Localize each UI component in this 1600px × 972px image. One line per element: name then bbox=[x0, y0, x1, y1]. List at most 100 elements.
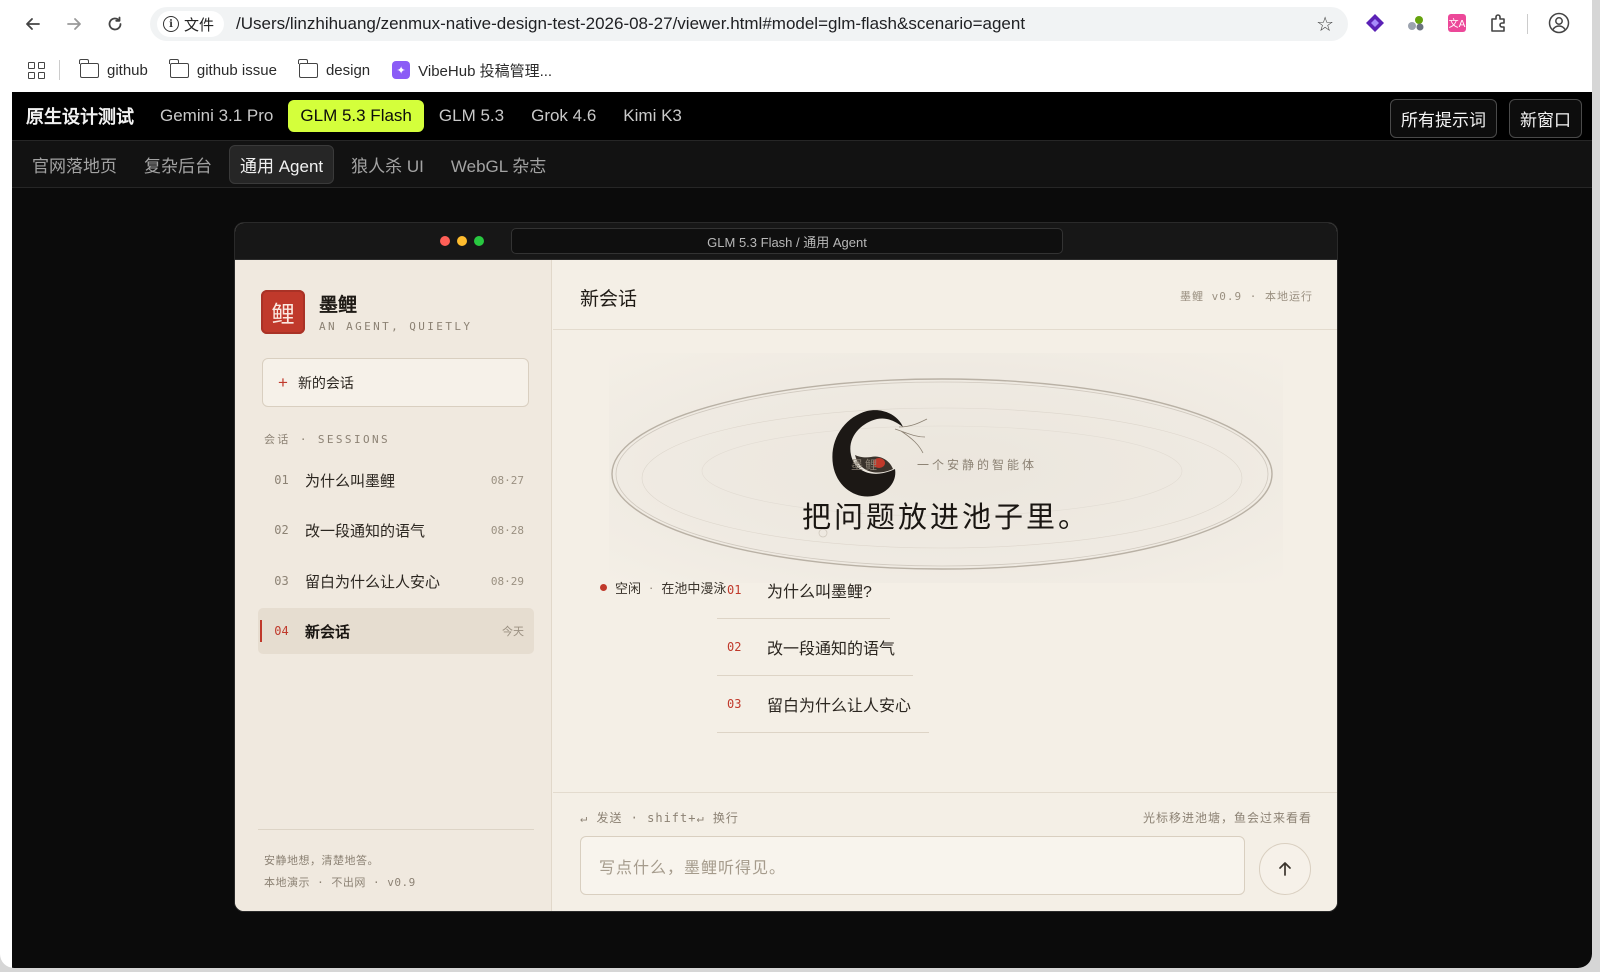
session-num: 02 bbox=[274, 523, 289, 537]
bookmark-vibehub[interactable]: ✦ VibeHub 投稿管理... bbox=[392, 60, 552, 81]
vibehub-icon: ✦ bbox=[392, 61, 411, 79]
session-item-02[interactable]: 02 改一段通知的语气 08·28 bbox=[258, 507, 534, 553]
page-viewport: 原生设计测试 Gemini 3.1 Pro GLM 5.3 Flash GLM … bbox=[12, 92, 1592, 968]
suggestion-num: 02 bbox=[727, 640, 742, 654]
chat-main: 新会话 墨鲤 v0.9 · 本地运行 一个安静的智能体 墨鲤 把问题放进池子里。… bbox=[553, 260, 1337, 911]
bookmark-design[interactable]: design bbox=[298, 58, 371, 79]
message-input[interactable]: 写点什么，墨鲤听得见。 bbox=[580, 836, 1245, 895]
minimize-dot[interactable] bbox=[457, 236, 467, 246]
suggestion-text: 留白为什么让人安心 bbox=[767, 698, 912, 715]
suggestion-item-02[interactable]: 02 改一段通知的语气 bbox=[717, 619, 914, 676]
site-info-chip[interactable]: i 文件 bbox=[157, 11, 225, 37]
close-dot[interactable] bbox=[440, 236, 450, 246]
address-bar[interactable]: i 文件 /Users/linzhihuang/zenmux-native-de… bbox=[150, 7, 1348, 41]
hero-subtitle: 一个安静的智能体 bbox=[917, 458, 1038, 472]
sessions-section-label: 会话 · SESSIONS bbox=[264, 433, 391, 446]
chat-title: 新会话 bbox=[580, 288, 638, 310]
scheme-label: 文件 bbox=[184, 16, 215, 34]
info-icon: i bbox=[163, 16, 179, 32]
session-num: 01 bbox=[274, 473, 289, 487]
session-date: 08·28 bbox=[490, 523, 524, 537]
session-item-03[interactable]: 03 留白为什么让人安心 08·29 bbox=[258, 558, 534, 604]
chat-meta: 墨鲤 v0.9 · 本地运行 bbox=[1180, 290, 1313, 303]
extensions-area: 文A bbox=[1352, 8, 1592, 40]
puzzle-extensions-icon[interactable] bbox=[1487, 12, 1509, 34]
bookmarks-bar: github github issue design ✦ VibeHub 投稿管… bbox=[0, 48, 1592, 92]
session-date: 08·29 bbox=[490, 574, 524, 588]
bookmarks-separator bbox=[59, 60, 60, 80]
koi-fish-icon bbox=[832, 410, 928, 497]
reload-icon[interactable] bbox=[102, 11, 128, 37]
status-idle: 空闲 bbox=[615, 581, 642, 596]
new-window-button[interactable]: 新窗口 bbox=[1509, 99, 1582, 138]
folder-icon bbox=[79, 58, 99, 78]
browser-toolbar: i 文件 /Users/linzhihuang/zenmux-native-de… bbox=[0, 0, 1592, 48]
session-title: 为什么叫墨鲤 bbox=[305, 472, 396, 490]
scenario-tab-agent[interactable]: 通用 Agent bbox=[229, 144, 335, 184]
scenario-tab-admin[interactable]: 复杂后台 bbox=[134, 146, 222, 183]
preview-titlebar: GLM 5.3 Flash / 通用 Agent bbox=[235, 223, 1337, 260]
scenario-tab-webgl[interactable]: WebGL 杂志 bbox=[441, 146, 556, 183]
app-name: 墨鲤 bbox=[319, 294, 358, 316]
model-bar: 原生设计测试 Gemini 3.1 Pro GLM 5.3 Flash GLM … bbox=[12, 92, 1592, 141]
plus-icon: + bbox=[278, 372, 288, 392]
composer-hint-pond: 光标移进池塘，鱼会过来看看 bbox=[1142, 811, 1312, 825]
forward-icon[interactable] bbox=[61, 11, 87, 37]
zoom-dot[interactable] bbox=[474, 236, 484, 246]
preview-title: GLM 5.3 Flash / 通用 Agent bbox=[511, 228, 1063, 254]
cluster-extension-icon[interactable] bbox=[1405, 12, 1427, 34]
folder-icon bbox=[169, 58, 189, 78]
top-actions: 所有提示词 新窗口 bbox=[1390, 99, 1582, 138]
all-prompts-button[interactable]: 所有提示词 bbox=[1390, 99, 1497, 138]
suggestion-text: 改一段通知的语气 bbox=[767, 641, 896, 658]
model-tab-glm-5-3[interactable]: GLM 5.3 bbox=[427, 100, 516, 132]
profile-icon[interactable] bbox=[1548, 12, 1570, 34]
folder-icon bbox=[298, 58, 318, 78]
session-date: 今天 bbox=[502, 625, 524, 638]
suggestion-text: 为什么叫墨鲤? bbox=[767, 584, 872, 601]
composer: ↵ 发送 · shift+↵ 换行 光标移进池塘，鱼会过来看看 写点什么，墨鲤听… bbox=[553, 792, 1337, 911]
bookmark-label: github issue bbox=[196, 61, 277, 79]
suggestion-item-03[interactable]: 03 留白为什么让人安心 bbox=[717, 676, 930, 733]
apps-grid-icon[interactable] bbox=[28, 61, 45, 79]
translate-extension-icon[interactable]: 文A bbox=[1446, 12, 1468, 34]
bookmark-github-issue[interactable]: github issue bbox=[169, 58, 277, 79]
url-text[interactable]: /Users/linzhihuang/zenmux-native-design-… bbox=[236, 14, 1025, 34]
status-separator: · bbox=[649, 580, 654, 595]
suggestion-num: 01 bbox=[727, 583, 742, 597]
app-subtitle: AN AGENT, QUIETLY bbox=[319, 320, 473, 333]
bookmark-star-icon[interactable]: ☆ bbox=[1316, 12, 1334, 37]
page-brand: 原生设计测试 bbox=[26, 107, 134, 127]
bookmark-label: github bbox=[107, 61, 148, 79]
chat-header: 新会话 墨鲤 v0.9 · 本地运行 bbox=[553, 260, 1337, 330]
suggestion-num: 03 bbox=[727, 697, 742, 711]
session-item-01[interactable]: 01 为什么叫墨鲤 08·27 bbox=[258, 457, 534, 503]
window-controls bbox=[440, 236, 484, 246]
model-tab-kimi-k3[interactable]: Kimi K3 bbox=[611, 100, 694, 132]
suggestion-item-01[interactable]: 01 为什么叫墨鲤? bbox=[717, 562, 890, 619]
send-button[interactable] bbox=[1259, 843, 1311, 895]
hero-overlay-label: 墨鲤 bbox=[851, 458, 880, 472]
session-item-04[interactable]: 04 新会话 今天 bbox=[258, 608, 534, 654]
bookmark-github[interactable]: github bbox=[79, 58, 148, 79]
sidebar-footer-info: 本地演示 · 不出网 · v0.9 bbox=[264, 876, 416, 889]
model-tab-glm-5-3-flash[interactable]: GLM 5.3 Flash bbox=[288, 100, 424, 132]
new-session-button[interactable]: + 新的会话 bbox=[262, 358, 529, 407]
scenario-tab-landing[interactable]: 官网落地页 bbox=[22, 146, 127, 183]
session-num: 03 bbox=[274, 574, 289, 588]
scenario-tab-werewolf[interactable]: 狼人杀 UI bbox=[341, 146, 434, 183]
status-dot-icon bbox=[600, 584, 607, 591]
bookmark-label: VibeHub 投稿管理... bbox=[418, 62, 553, 80]
bookmark-label: design bbox=[325, 61, 371, 79]
back-icon[interactable] bbox=[20, 11, 46, 37]
composer-hint-shortcuts: ↵ 发送 · shift+↵ 换行 bbox=[580, 811, 739, 825]
hero-title: 把问题放进池子里。 bbox=[801, 500, 1090, 534]
model-tab-gemini-3-1-pro[interactable]: Gemini 3.1 Pro bbox=[148, 100, 285, 132]
session-title: 留白为什么让人安心 bbox=[305, 573, 441, 591]
diamond-extension-icon[interactable] bbox=[1364, 12, 1386, 34]
preview-window: GLM 5.3 Flash / 通用 Agent 鲤 墨鲤 AN AGENT, … bbox=[234, 222, 1338, 912]
model-tab-grok-4-6[interactable]: Grok 4.6 bbox=[519, 100, 608, 132]
arrow-up-icon bbox=[1279, 862, 1291, 876]
new-session-label: 新的会话 bbox=[297, 374, 354, 391]
toolbar-separator bbox=[1527, 14, 1528, 34]
